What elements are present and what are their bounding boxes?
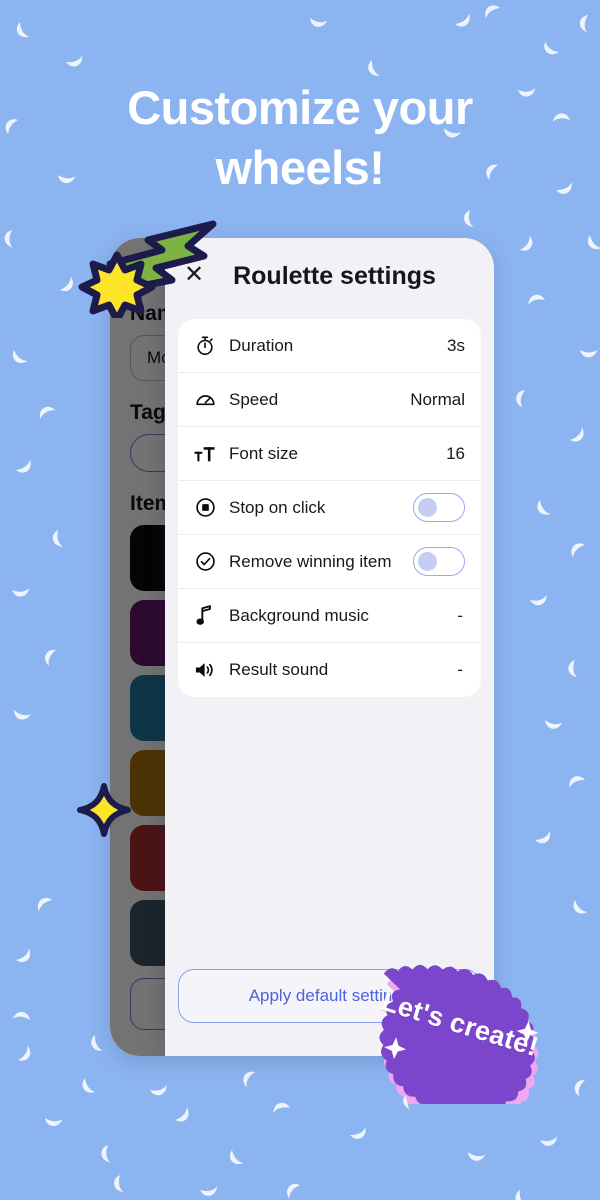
sheet-header: ✕ Roulette settings	[165, 238, 494, 314]
setting-label: Remove winning item	[229, 551, 392, 571]
setting-row-background-music[interactable]: Background music -	[178, 589, 481, 643]
music-note-icon	[192, 603, 218, 629]
setting-value: -	[457, 605, 463, 625]
close-icon[interactable]: ✕	[181, 262, 207, 288]
setting-row-result-sound[interactable]: Result sound -	[178, 643, 481, 697]
setting-label: Background music	[229, 605, 369, 625]
stopwatch-icon	[192, 333, 218, 359]
setting-label: Stop on click	[229, 497, 326, 517]
roulette-settings-sheet: ✕ Roulette settings Duration 3s Speed No…	[165, 238, 494, 1056]
setting-row-font-size[interactable]: Font size 16	[178, 427, 481, 481]
settings-list: Duration 3s Speed Normal Font size 16 St…	[178, 319, 481, 697]
poster-canvas: Customize your wheels! Name Movie Tags +…	[0, 0, 600, 1200]
check-circle-icon	[192, 549, 218, 575]
page-title: Customize your wheels!	[0, 78, 600, 198]
setting-label: Result sound	[229, 660, 329, 679]
sticker-star-icon	[516, 1021, 539, 1043]
speedometer-icon	[192, 387, 218, 413]
setting-row-stop-on-click[interactable]: Stop on click	[178, 481, 481, 535]
headline-line-2: wheels!	[215, 141, 385, 195]
headline-line-1: Customize your	[127, 81, 473, 134]
toggle-knob	[418, 552, 437, 571]
setting-value: 16	[446, 443, 465, 463]
setting-label: Font size	[229, 443, 298, 463]
stop-circle-icon	[192, 495, 218, 521]
toggle-knob	[418, 498, 437, 517]
stop-on-click-toggle[interactable]	[413, 493, 465, 522]
font-size-icon	[192, 441, 218, 467]
phone-mockup: Name Movie Tags + Items	[110, 238, 494, 1056]
sheet-title: Roulette settings	[233, 261, 436, 290]
setting-row-speed[interactable]: Speed Normal	[178, 373, 481, 427]
setting-value: Normal	[410, 389, 465, 409]
setting-label: Duration	[229, 335, 294, 355]
setting-label: Speed	[229, 389, 279, 409]
setting-value: 3s	[447, 335, 465, 355]
setting-row-remove-winning-item[interactable]: Remove winning item	[178, 535, 481, 589]
apply-default-settings-button[interactable]: Apply default settings	[178, 969, 481, 1023]
setting-value: -	[457, 660, 463, 679]
speaker-icon	[192, 657, 218, 683]
remove-winning-item-toggle[interactable]	[413, 547, 465, 576]
setting-row-duration[interactable]: Duration 3s	[178, 319, 481, 373]
